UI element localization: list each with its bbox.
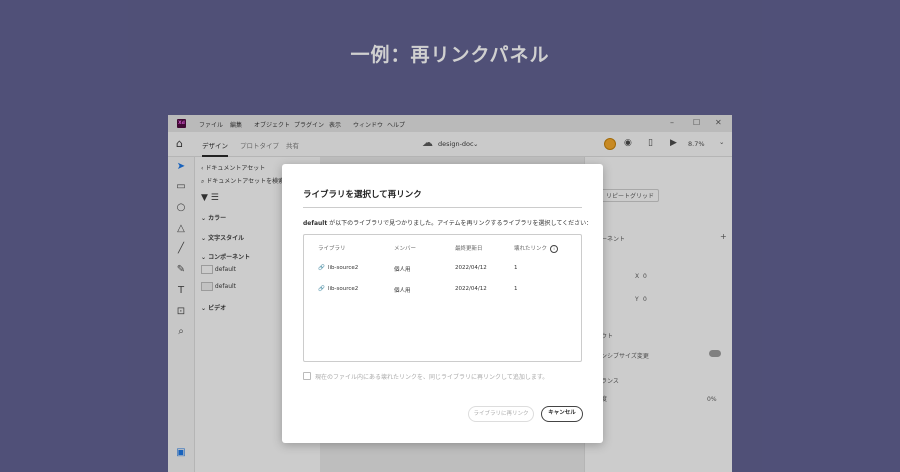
dialog-description: default が以下のライブラリで見つかりました。アイテムを再リンクするライブ… <box>303 220 593 227</box>
library-row[interactable]: 🔗 lib-source2 個人用 2022/04/12 1 <box>304 260 581 278</box>
broken-cell: 1 <box>514 265 518 271</box>
info-icon[interactable]: i <box>550 244 559 253</box>
header-member: メンバー <box>394 246 417 252</box>
relink-all-checkbox[interactable] <box>303 372 311 380</box>
dialog-divider <box>303 207 582 208</box>
updated-cell: 2022/04/12 <box>455 265 487 271</box>
library-name: lib-source2 <box>328 286 359 292</box>
cancel-button[interactable]: キャンセル <box>541 406 583 422</box>
updated-cell: 2022/04/12 <box>455 286 487 292</box>
member-cell: 個人用 <box>394 267 411 273</box>
library-row[interactable]: 🔗 lib-source2 個人用 2022/04/12 1 <box>304 281 581 299</box>
link-icon: 🔗 <box>318 286 325 292</box>
library-list: ライブラリ メンバー 最終更新日 壊れたリンク i 🔗 lib-source2 個… <box>303 234 582 362</box>
header-updated: 最終更新日 <box>455 246 483 252</box>
header-broken-links: 壊れたリンク i <box>514 244 559 253</box>
dialog-title: ライブラリを選択して再リンク <box>303 190 422 200</box>
library-name: lib-source2 <box>328 265 359 271</box>
header-library: ライブラリ <box>318 246 346 252</box>
broken-cell: 1 <box>514 286 518 292</box>
member-cell: 個人用 <box>394 288 411 294</box>
relink-all-label: 現在のファイル内にある壊れたリンクを、同じライブラリに再リンクして追加します。 <box>315 374 549 381</box>
relink-button[interactable]: ライブラリに再リンク <box>468 406 534 422</box>
link-icon: 🔗 <box>318 265 325 271</box>
relink-dialog: ライブラリを選択して再リンク default が以下のライブラリで見つかりました… <box>282 164 603 443</box>
